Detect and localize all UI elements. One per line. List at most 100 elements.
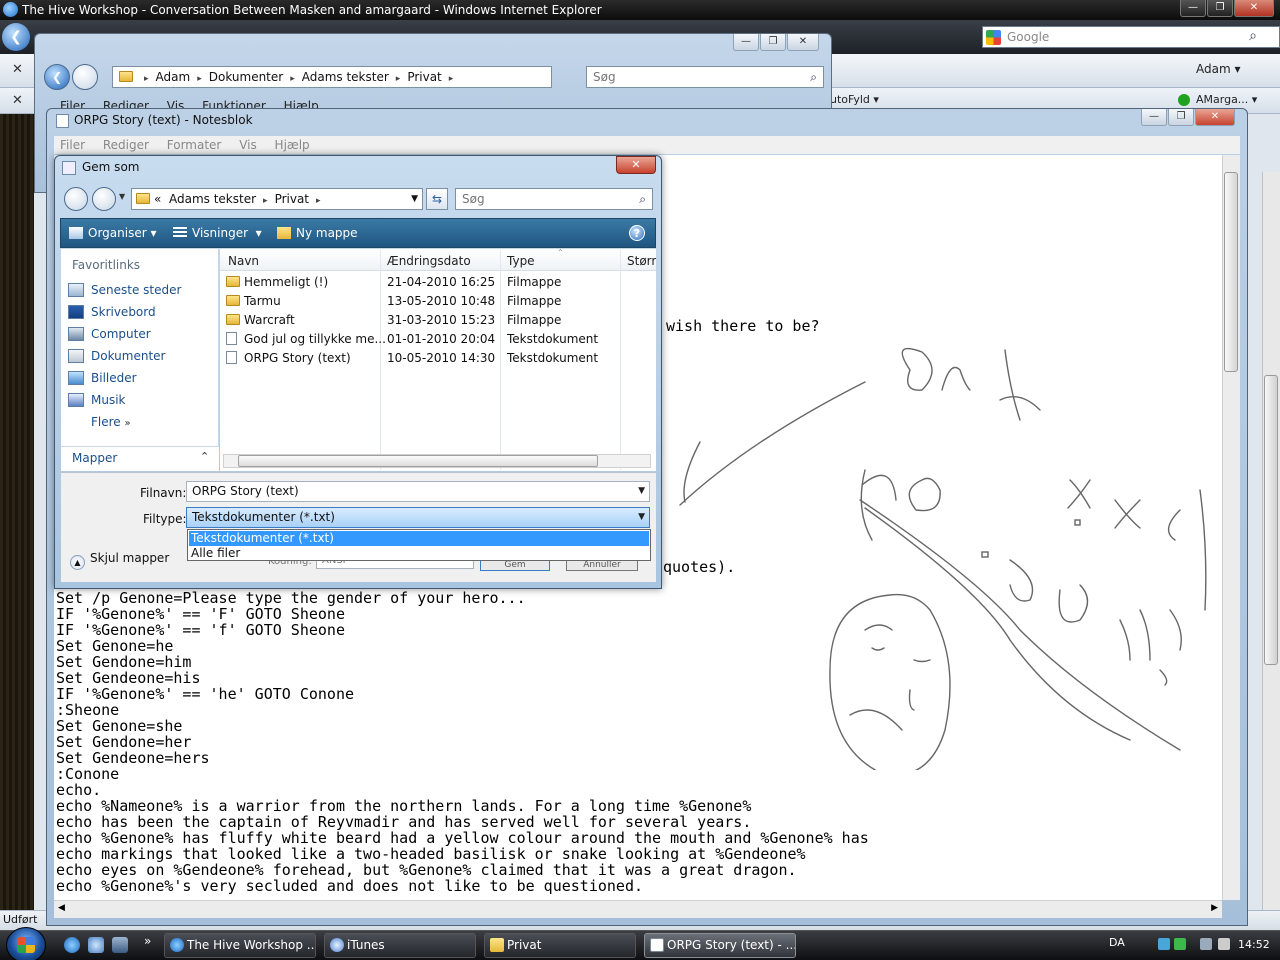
fav-recent-places[interactable]: Seneste steder	[68, 283, 181, 297]
ie-user-menu[interactable]: Adam ▾	[1196, 62, 1241, 76]
notepad-menu-format[interactable]: Formater	[167, 138, 222, 152]
windows-logo-icon	[17, 937, 35, 953]
taskbar-item-ie[interactable]: The Hive Workshop ...	[164, 933, 316, 958]
fav-more[interactable]: Flere »	[91, 415, 131, 429]
clock[interactable]: 14:52	[1238, 938, 1270, 951]
scroll-left-icon[interactable]: ◀	[58, 903, 65, 913]
scroll-right-icon[interactable]: ▶	[1211, 903, 1218, 913]
organize-button[interactable]: Organiser ▾	[69, 226, 157, 240]
recent-pages-icon[interactable]: ▼	[119, 192, 125, 201]
language-indicator[interactable]: DA	[1109, 936, 1125, 949]
dialog-address-bar[interactable]: « Adams tekster ▸ Privat ▸ ▼	[131, 188, 423, 210]
file-list-scroll-thumb[interactable]	[238, 455, 598, 467]
help-icon[interactable]: ?	[629, 225, 645, 241]
refresh-icon[interactable]: ⇆	[426, 188, 448, 210]
chevron-down-icon[interactable]: ▼	[638, 508, 645, 527]
network-icon[interactable]	[1158, 938, 1170, 950]
pictures-icon	[68, 371, 84, 385]
ie-account-menu[interactable]: AMarga... ▾	[1196, 93, 1257, 106]
save-button[interactable]: Gem	[480, 561, 550, 571]
notepad-minimize-button[interactable]: —	[1141, 109, 1167, 126]
file-date: 21-04-2010 16:25	[387, 275, 496, 289]
search-icon[interactable]: ⌕	[639, 189, 646, 209]
chevron-up-icon[interactable]: ⌃	[200, 450, 209, 463]
column-name[interactable]: Navn	[228, 254, 259, 268]
views-button[interactable]: Visninger ▾	[173, 226, 262, 240]
quicklaunch-overflow-icon[interactable]: »	[144, 934, 151, 948]
hide-folders-button[interactable]: ▲ Skjul mapper	[70, 551, 169, 570]
file-row[interactable]: Tarmu	[226, 294, 281, 308]
file-row[interactable]: Warcraft	[226, 313, 295, 327]
ie-logo-icon	[3, 2, 18, 17]
filetype-option[interactable]: Alle filer	[189, 546, 649, 561]
ie-search-box[interactable]: Google ⌕	[982, 26, 1280, 48]
explorer-maximize-button[interactable]: ❐	[760, 34, 786, 51]
dialog-search-input[interactable]: Søg ⌕	[455, 188, 653, 210]
dialog-forward-button[interactable]	[92, 187, 116, 211]
explorer-close-button[interactable]: ✕	[787, 34, 819, 51]
notepad-menu-file[interactable]: Filer	[60, 138, 85, 152]
notepad-close-button[interactable]: ✕	[1195, 109, 1235, 126]
new-folder-button[interactable]: Ny mappe	[277, 226, 358, 240]
explorer-back-button[interactable]: ❮	[44, 64, 70, 90]
file-type: Filmappe	[507, 313, 562, 327]
file-row[interactable]: God jul og tillykke me...	[226, 332, 386, 346]
notepad-horizontal-scrollbar[interactable]: ◀ ▶	[54, 900, 1222, 918]
column-date[interactable]: Ændringsdato	[387, 254, 471, 268]
dialog-back-button[interactable]	[64, 187, 88, 211]
ie-quicklaunch-icon[interactable]	[64, 937, 80, 953]
explorer-search-input[interactable]: Søg ⌕	[586, 66, 824, 88]
file-row[interactable]: ORPG Story (text)	[226, 351, 351, 365]
fav-pictures[interactable]: Billeder	[68, 371, 137, 385]
notepad-scroll-thumb[interactable]	[1224, 172, 1238, 372]
explorer-forward-button[interactable]	[72, 64, 98, 90]
folder-icon	[226, 295, 240, 306]
ie-minimize-button[interactable]: —	[1180, 0, 1206, 17]
explorer-quicklaunch-icon[interactable]	[88, 937, 104, 953]
signal-icon[interactable]	[1174, 938, 1186, 950]
notepad-menu-edit[interactable]: Rediger	[103, 138, 149, 152]
ie-title: The Hive Workshop - Conversation Between…	[22, 3, 602, 17]
notepad-text-line: echo eyes on %Gendeone% forehead, but %G…	[56, 861, 797, 879]
cancel-button[interactable]: Annuller	[566, 561, 638, 571]
page-background-strip	[0, 114, 34, 914]
switch-windows-icon[interactable]	[112, 937, 128, 953]
search-icon[interactable]: ⌕	[810, 67, 817, 87]
monitor-icon[interactable]	[1200, 938, 1212, 950]
file-row[interactable]: Hemmeligt (!)	[226, 275, 328, 289]
filetype-option[interactable]: Tekstdokumenter (*.txt)	[189, 531, 649, 546]
notepad-maximize-button[interactable]: ❐	[1168, 109, 1194, 126]
file-type: Filmappe	[507, 294, 562, 308]
address-dropdown-icon[interactable]: ▼	[411, 189, 418, 209]
folders-toggle[interactable]: Mapper	[72, 451, 117, 465]
taskbar-item-itunes[interactable]: iTunes	[324, 933, 476, 958]
close-bar-icon[interactable]: ✕	[12, 93, 23, 108]
notepad-menu-view[interactable]: Vis	[239, 138, 257, 152]
taskbar-item-explorer[interactable]: Privat	[484, 933, 636, 958]
ie-maximize-button[interactable]: ❐	[1207, 0, 1233, 17]
dialog-toolbar: Organiser ▾ Visninger ▾ Ny mappe	[60, 218, 656, 248]
explorer-address-bar[interactable]: ▸ Adam ▸ Dokumenter ▸ Adams tekster ▸ Privat ▸	[112, 66, 552, 88]
close-tab-icon[interactable]: ✕	[12, 62, 23, 77]
chevron-down-icon[interactable]: ▼	[638, 482, 645, 501]
fav-desktop[interactable]: Skrivebord	[68, 305, 156, 319]
column-type[interactable]: Type	[507, 254, 535, 268]
fav-computer[interactable]: Computer	[68, 327, 151, 341]
volume-icon[interactable]	[1218, 938, 1230, 950]
filetype-select[interactable]: Tekstdokumenter (*.txt) ▼	[186, 507, 650, 528]
column-divider	[500, 250, 501, 470]
fav-music[interactable]: Musik	[68, 393, 126, 407]
explorer-minimize-button[interactable]: —	[733, 34, 759, 51]
notepad-icon	[650, 938, 664, 952]
ie-scroll-thumb[interactable]	[1264, 375, 1278, 665]
ie-autofill-button[interactable]: utoFyld ▾	[830, 93, 879, 106]
column-size[interactable]: Større	[627, 254, 656, 268]
filename-input[interactable]: ORPG Story (text) ▼	[186, 481, 650, 502]
search-icon[interactable]: ⌕	[1249, 28, 1257, 44]
ie-back-button[interactable]: ❮	[2, 23, 30, 51]
ie-close-button[interactable]: ✕	[1234, 0, 1274, 17]
notepad-menu-help[interactable]: Hjælp	[275, 138, 310, 152]
fav-documents[interactable]: Dokumenter	[68, 349, 165, 363]
dialog-close-button[interactable]: ✕	[616, 156, 656, 174]
taskbar-item-notepad[interactable]: ORPG Story (text) - ...	[644, 933, 796, 958]
